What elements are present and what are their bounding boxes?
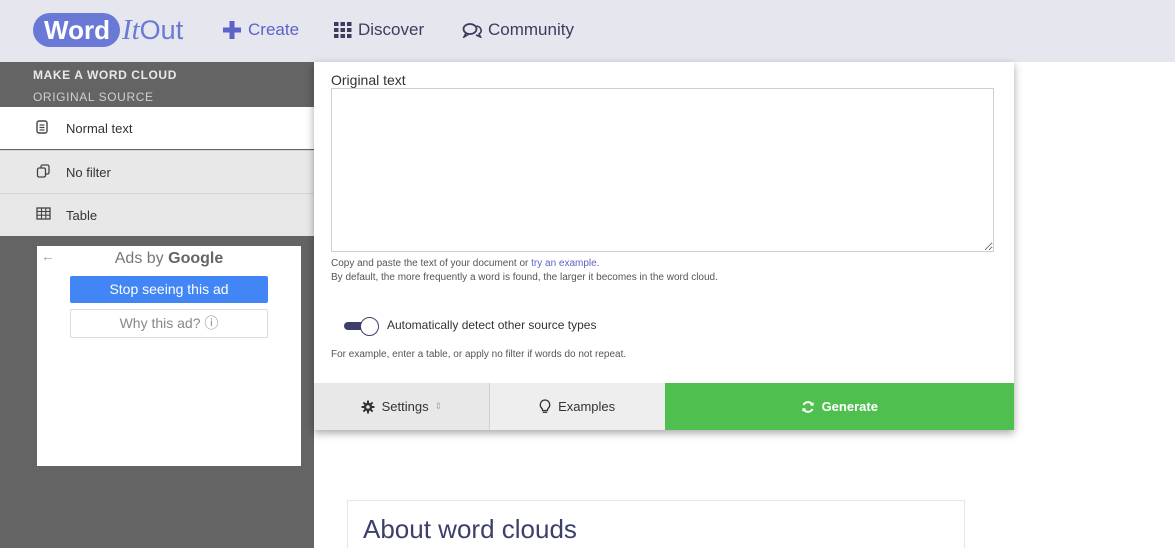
nav-create-label: Create <box>248 20 300 39</box>
toggle-knob <box>360 317 379 336</box>
help-text-paste: Copy and paste the text of your document… <box>331 258 600 269</box>
copy-icon <box>36 164 51 181</box>
help-text-prefix: Copy and paste the text of your document… <box>331 258 532 269</box>
source-form-panel: Original text Copy and paste the text of… <box>314 62 1014 430</box>
lightbulb-icon <box>539 398 551 415</box>
stop-seeing-ad-button[interactable]: Stop seeing this ad <box>70 276 268 303</box>
examples-button[interactable]: Examples <box>488 383 665 430</box>
help-text-frequency: By default, the more frequently a word i… <box>331 272 718 283</box>
about-section: About word clouds <box>347 500 965 548</box>
why-this-ad-button[interactable]: Why this ad? ⓘ <box>70 309 268 338</box>
top-bar: Word It Out Create Discover Community <box>0 0 1175 62</box>
logo-word: Word <box>33 13 120 47</box>
ad-title-prefix: Ads by <box>114 250 164 267</box>
logo-it: It <box>121 13 140 46</box>
gear-icon <box>361 400 375 414</box>
sort-caret-icon: ⇕ <box>434 401 443 411</box>
nav-community-label: Community <box>488 20 574 39</box>
generate-button[interactable]: Generate <box>664 383 1014 430</box>
help-text-suffix: . <box>596 258 600 269</box>
sidebar-item-normal-text[interactable]: Normal text <box>0 107 314 149</box>
refresh-icon <box>801 400 815 414</box>
original-text-label: Original text <box>331 72 406 88</box>
sidebar-item-label: Table <box>66 208 98 223</box>
action-tabs: Settings ⇕ Examples Generate <box>314 383 1014 430</box>
sidebar-item-label: No filter <box>66 165 111 180</box>
ad-panel: ← Ads by Google Stop seeing this ad Why … <box>37 246 301 466</box>
generate-label: Generate <box>821 399 878 414</box>
sidebar: MAKE A WORD CLOUD ORIGINAL SOURCE Normal… <box>0 62 314 548</box>
wordit-out-logo[interactable]: Word It Out <box>33 13 183 47</box>
table-icon <box>36 207 51 223</box>
logo-out: Out <box>139 14 184 45</box>
document-icon <box>36 120 48 137</box>
try-example-link[interactable]: try an example <box>531 258 597 269</box>
sidebar-heading: MAKE A WORD CLOUD <box>33 68 177 82</box>
sidebar-item-no-filter[interactable]: No filter <box>0 150 314 193</box>
nav-create[interactable]: Create <box>222 20 299 40</box>
original-text-input[interactable] <box>331 88 994 252</box>
auto-detect-toggle[interactable] <box>344 317 380 336</box>
nav-discover-label: Discover <box>358 20 425 39</box>
chat-bubbles-icon <box>462 22 482 38</box>
plus-icon <box>222 20 242 40</box>
settings-button[interactable]: Settings ⇕ <box>314 383 489 430</box>
nav-discover[interactable]: Discover <box>334 20 424 40</box>
help-text-example: For example, enter a table, or apply no … <box>331 349 627 360</box>
examples-label: Examples <box>558 399 616 414</box>
sidebar-item-table[interactable]: Table <box>0 193 314 236</box>
nav-community[interactable]: Community <box>462 20 574 40</box>
sidebar-item-label: Normal text <box>66 121 133 136</box>
auto-detect-label: Automatically detect other source types <box>387 318 597 332</box>
settings-label: Settings <box>381 399 429 414</box>
sidebar-subheading: ORIGINAL SOURCE <box>33 90 154 104</box>
about-title: About word clouds <box>363 514 577 544</box>
grid-icon <box>334 22 352 38</box>
ad-title-brand: Google <box>168 250 224 267</box>
ad-title: Ads by Google <box>37 250 301 268</box>
